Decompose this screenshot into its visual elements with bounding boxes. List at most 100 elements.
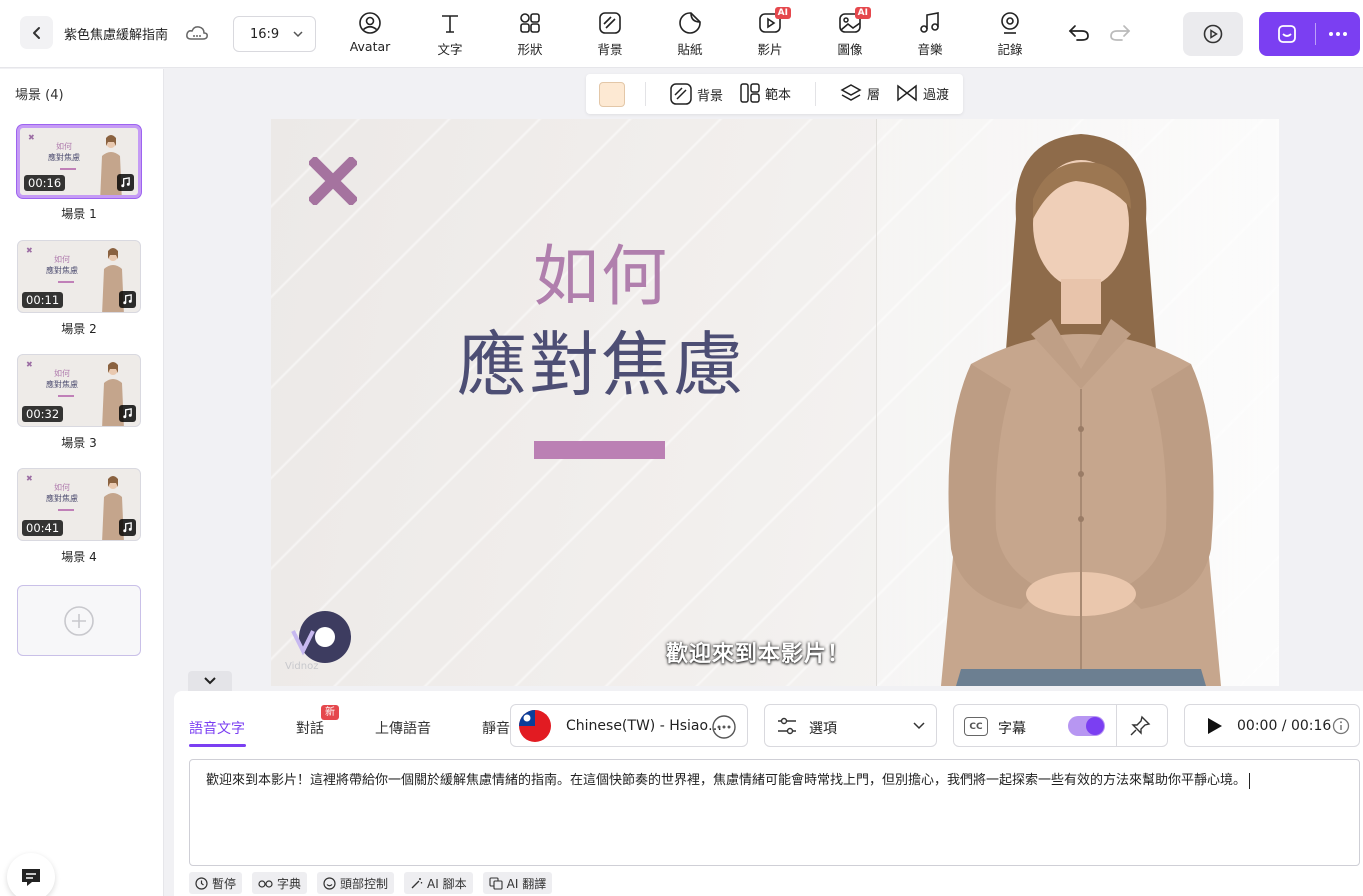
accent-bar-shape[interactable] <box>534 441 665 459</box>
collapse-editor-button[interactable] <box>188 671 232 691</box>
layer-button[interactable]: 層 <box>840 83 880 103</box>
scene-item-4[interactable]: ✖ 如何 應對焦慮 00:41 場景 4 <box>17 468 141 565</box>
sliders-icon <box>778 717 796 735</box>
thumb-title-line2: 應對焦慮 <box>46 494 78 503</box>
scenes-header: 場景 (4) <box>15 88 64 103</box>
music-note-icon <box>119 405 136 422</box>
music-note-icon <box>117 174 134 191</box>
pause-chip[interactable]: 暫停 <box>189 872 243 894</box>
scene-thumbnail[interactable]: ✖ 如何 應對焦慮 00:32 <box>17 354 141 427</box>
subtitles-toggle[interactable] <box>1068 716 1105 736</box>
title-line2-text[interactable]: 應對焦慮 <box>421 309 781 410</box>
transition-button[interactable]: 過渡 <box>896 83 949 103</box>
scene-label: 場景 4 <box>61 550 97 564</box>
video-canvas[interactable]: 如何 應對焦慮 歡迎來到本影片！ Vidnoz <box>271 119 1279 686</box>
scene-item-1[interactable]: ✖ 如何 應對焦慮 00:16 場景 1 <box>17 125 141 222</box>
plus-circle-icon <box>64 605 94 636</box>
export-button[interactable] <box>1259 12 1315 56</box>
preview-button[interactable] <box>1183 12 1243 56</box>
script-text: 歡迎來到本影片！這裡將帶給你一個關於緩解焦慮情緒的指南。在這個快節奏的世界裡，焦… <box>206 773 1247 788</box>
tab-voice-text[interactable]: 語音文字 <box>189 718 245 738</box>
background-color-swatch[interactable] <box>599 82 625 107</box>
closed-captions-icon: CC <box>964 717 988 736</box>
decorative-x-shape[interactable] <box>309 157 357 205</box>
scenes-panel: 場景 (4) ✖ 如何 應對焦慮 00:16 場景 1 ✖ 如何 應對焦慮 00… <box>0 69 164 896</box>
close-mark-icon: ✖ <box>26 474 33 483</box>
record-icon <box>1001 12 1019 34</box>
scene-thumbnail[interactable]: ✖ 如何 應對焦慮 00:16 <box>17 125 141 198</box>
scene-duration: 00:32 <box>22 406 64 422</box>
add-scene-button[interactable] <box>17 585 141 656</box>
magic-wand-icon <box>411 877 423 888</box>
avatar-presenter[interactable] <box>901 129 1261 686</box>
scene-thumbnail[interactable]: ✖ 如何 應對焦慮 00:41 <box>17 468 141 541</box>
tool-video[interactable]: AI 影片 <box>738 7 802 58</box>
head-control-chip[interactable]: 頭部控制 <box>317 872 395 894</box>
more-horizontal-icon[interactable] <box>712 715 736 739</box>
music-note-icon <box>119 519 136 536</box>
title-line1-text[interactable]: 如何 <box>471 223 731 319</box>
avatar-icon <box>359 12 381 34</box>
template-icon <box>740 83 760 103</box>
ai-badge: AI <box>774 7 791 19</box>
play-icon[interactable] <box>1205 717 1223 735</box>
project-title[interactable]: 紫色焦慮緩解指南 <box>64 24 168 43</box>
music-icon <box>920 12 939 33</box>
shapes-icon <box>520 13 540 33</box>
chevron-left-icon <box>32 26 40 39</box>
aspect-ratio-value: 16:9 <box>250 26 280 42</box>
dictionary-chip-label: 字典 <box>277 876 302 891</box>
tool-record[interactable]: 記錄 <box>978 10 1042 58</box>
more-horizontal-icon <box>1329 32 1347 36</box>
transition-icon <box>897 84 917 102</box>
tool-avatar[interactable]: Avatar <box>338 10 402 58</box>
support-chat-button[interactable] <box>7 853 55 896</box>
ai-badge: AI <box>854 7 871 19</box>
new-badge: 新 <box>321 705 339 720</box>
aspect-ratio-select[interactable]: 16:9 <box>233 16 316 52</box>
scene-item-2[interactable]: ✖ 如何 應對焦慮 00:11 場景 2 <box>17 240 141 337</box>
ai-translate-chip[interactable]: AI 翻譯 <box>482 872 553 894</box>
tab-mute[interactable]: 靜音 <box>482 718 510 738</box>
dictionary-chip[interactable]: 字典 <box>252 872 308 894</box>
close-mark-icon: ✖ <box>26 360 33 369</box>
thumb-title-line1: 如何 <box>54 255 70 264</box>
back-button[interactable] <box>20 16 53 49</box>
info-icon[interactable] <box>1332 717 1350 735</box>
head-control-chip-label: 頭部控制 <box>340 876 389 891</box>
redo-icon[interactable] <box>1108 22 1132 44</box>
pause-chip-label: 暫停 <box>212 876 237 891</box>
pin-icon[interactable] <box>1129 715 1151 737</box>
more-options-button[interactable] <box>1316 12 1360 56</box>
script-textarea[interactable]: 歡迎來到本影片！這裡將帶給你一個關於緩解焦慮情緒的指南。在這個快節奏的世界裡，焦… <box>189 759 1360 866</box>
scene-thumbnail[interactable]: ✖ 如何 應對焦慮 00:11 <box>17 240 141 313</box>
canvas-background-label: 背景 <box>697 88 724 104</box>
tool-shapes-label: 形狀 <box>517 42 543 57</box>
options-select[interactable]: 選項 <box>764 704 937 747</box>
tool-shapes[interactable]: 形狀 <box>498 10 562 58</box>
voice-select[interactable]: Chinese(TW) - Hsiao… <box>510 704 748 747</box>
dictionary-icon <box>258 879 273 888</box>
tab-dialogue[interactable]: 對話 <box>296 718 324 738</box>
tool-music[interactable]: 音樂 <box>898 10 962 58</box>
template-button[interactable]: 範本 <box>740 83 791 103</box>
scene-duration: 00:11 <box>22 292 64 308</box>
tool-sticker[interactable]: 貼紙 <box>658 10 722 58</box>
tab-upload-voice[interactable]: 上傳語音 <box>375 718 431 738</box>
playback-time: 00:00 / 00:16 <box>1237 718 1332 734</box>
subtitles-control: CC 字幕 <box>953 704 1168 747</box>
ai-script-chip[interactable]: AI 腳本 <box>404 872 473 894</box>
scene-duration: 00:41 <box>22 520 64 536</box>
scene-item-3[interactable]: ✖ 如何 應對焦慮 00:32 場景 3 <box>17 354 141 451</box>
export-button-group <box>1259 12 1360 56</box>
cloud-sync-icon <box>186 26 208 40</box>
tool-text[interactable]: 文字 <box>418 10 482 58</box>
scene-label: 場景 1 <box>61 207 97 221</box>
canvas-toolbar: 背景 範本 層 過渡 <box>586 74 963 114</box>
canvas-background-button[interactable]: 背景 <box>670 83 723 105</box>
tool-image[interactable]: AI 圖像 <box>818 7 882 58</box>
undo-icon[interactable] <box>1067 22 1091 44</box>
chevron-down-icon <box>913 722 925 730</box>
tool-background[interactable]: 背景 <box>578 10 642 58</box>
taiwan-flag-icon <box>519 710 551 742</box>
